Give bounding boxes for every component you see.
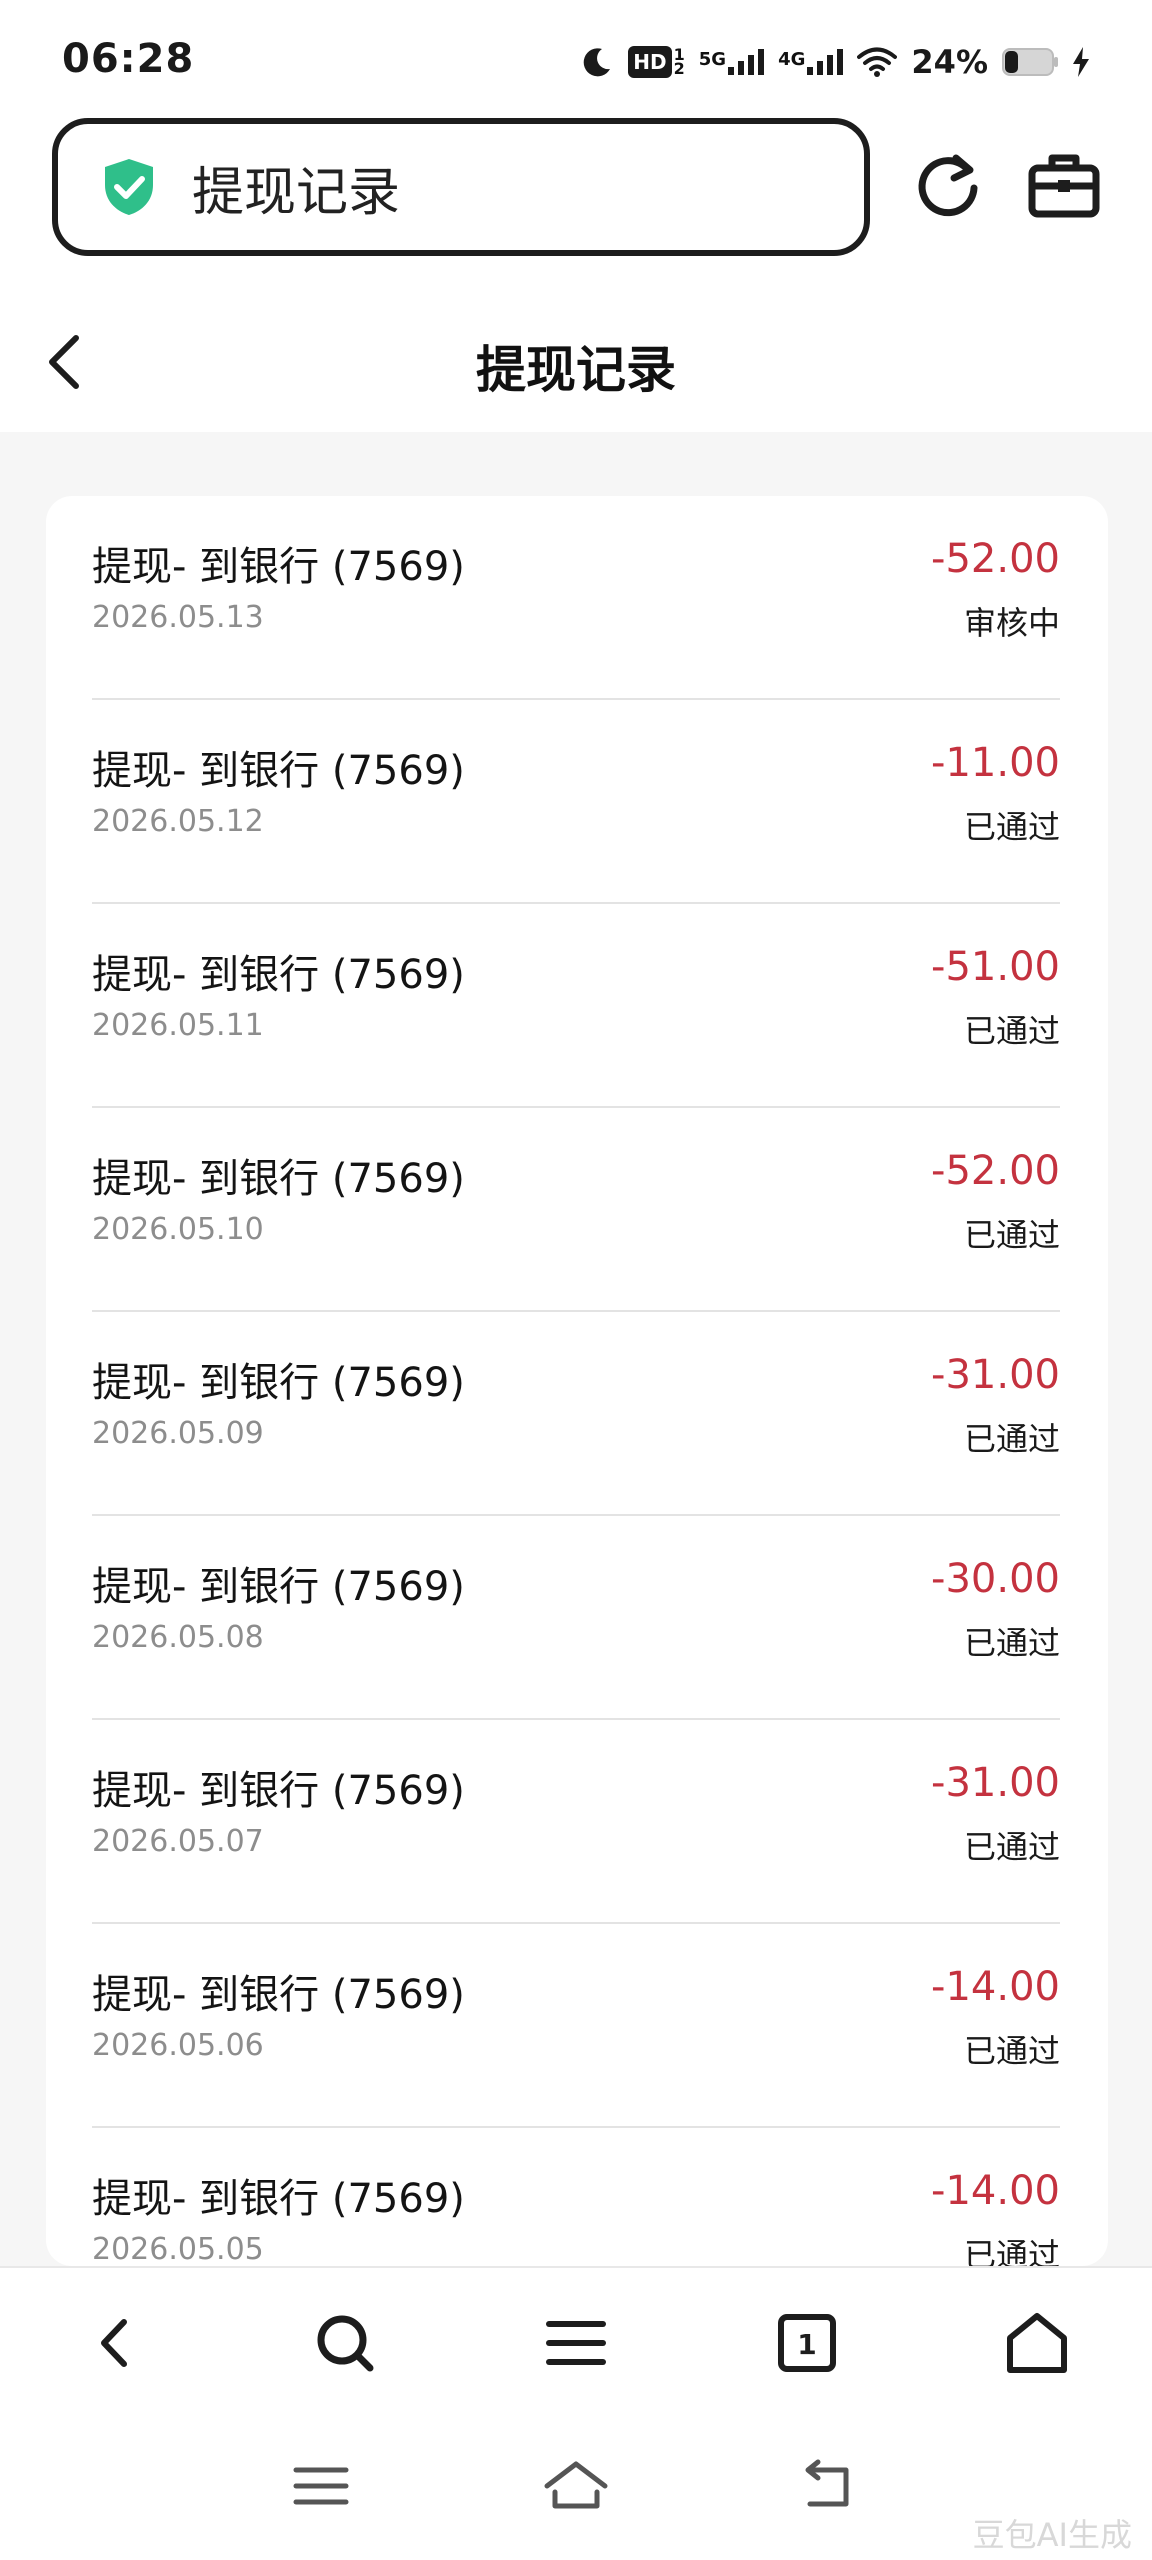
record-status: 已通过 — [963, 1420, 1060, 1458]
record-item[interactable]: 提现- 到银行 (7569) 2026.05.08 -30.00 已通过 — [92, 1516, 1060, 1720]
record-amount: -52.00 — [931, 536, 1060, 582]
charging-icon — [1072, 47, 1090, 77]
record-title: 提现- 到银行 (7569) — [92, 2176, 465, 2222]
record-status: 已通过 — [963, 1624, 1060, 1662]
page-header: 提现记录 — [0, 292, 1152, 432]
browser-toolbar: 1 — [0, 2266, 1152, 2426]
record-title: 提现- 到银行 (7569) — [92, 544, 465, 590]
record-item[interactable]: 提现- 到银行 (7569) 2026.05.06 -14.00 已通过 — [92, 1924, 1060, 2128]
record-item[interactable]: 提现- 到银行 (7569) 2026.05.10 -52.00 已通过 — [92, 1108, 1060, 1312]
record-item[interactable]: 提现- 到银行 (7569) 2026.05.05 -14.00 已通过 — [92, 2128, 1060, 2266]
refresh-icon[interactable] — [910, 148, 986, 224]
record-item[interactable]: 提现- 到银行 (7569) 2026.05.07 -31.00 已通过 — [92, 1720, 1060, 1924]
record-title: 提现- 到银行 (7569) — [92, 1564, 465, 1610]
record-title: 提现- 到银行 (7569) — [92, 1972, 465, 2018]
battery-percent: 24% — [911, 43, 988, 81]
record-status: 审核中 — [963, 604, 1060, 642]
record-title: 提现- 到银行 (7569) — [92, 1768, 465, 1814]
record-date: 2026.05.12 — [92, 804, 264, 839]
battery-icon — [1002, 48, 1058, 76]
record-date: 2026.05.05 — [92, 2232, 264, 2266]
record-status: 已通过 — [963, 1828, 1060, 1866]
record-amount: -30.00 — [931, 1556, 1060, 1602]
signal-4g-icon: 4G — [778, 49, 844, 75]
back-icon[interactable] — [796, 2456, 866, 2516]
signal-5g-icon: 5G — [699, 49, 765, 75]
search-icon[interactable] — [310, 2308, 380, 2378]
record-date: 2026.05.07 — [92, 1824, 264, 1859]
record-item[interactable]: 提现- 到银行 (7569) 2026.05.13 -52.00 审核中 — [92, 496, 1060, 700]
status-time: 06:28 — [62, 36, 195, 82]
wifi-icon — [857, 46, 898, 78]
home-icon[interactable] — [1002, 2308, 1072, 2378]
record-date: 2026.05.10 — [92, 1212, 264, 1247]
records-card: 提现- 到银行 (7569) 2026.05.13 -52.00 审核中 提现-… — [46, 496, 1108, 2266]
record-status: 已通过 — [963, 2236, 1060, 2266]
moon-icon — [580, 45, 614, 79]
record-item[interactable]: 提现- 到银行 (7569) 2026.05.12 -11.00 已通过 — [92, 700, 1060, 904]
page-title: 提现记录 — [476, 341, 676, 399]
hd-icon: HD 12 — [628, 46, 685, 78]
browser-bar: 提现记录 — [0, 116, 1152, 292]
toolbox-icon[interactable] — [1026, 148, 1102, 224]
record-title: 提现- 到银行 (7569) — [92, 1156, 465, 1202]
system-navigation: 豆包AI生成 — [0, 2426, 1152, 2560]
record-item[interactable]: 提现- 到银行 (7569) 2026.05.09 -31.00 已通过 — [92, 1312, 1060, 1516]
record-amount: -52.00 — [931, 1148, 1060, 1194]
record-date: 2026.05.06 — [92, 2028, 264, 2063]
tabs-icon[interactable]: 1 — [772, 2308, 842, 2378]
record-status: 已通过 — [963, 2032, 1060, 2070]
record-amount: -11.00 — [931, 740, 1060, 786]
record-status: 已通过 — [963, 1216, 1060, 1254]
record-date: 2026.05.13 — [92, 600, 264, 635]
record-date: 2026.05.08 — [92, 1620, 264, 1655]
record-title: 提现- 到银行 (7569) — [92, 1360, 465, 1406]
record-amount: -14.00 — [931, 2168, 1060, 2214]
menu-icon[interactable] — [541, 2308, 611, 2378]
record-date: 2026.05.09 — [92, 1416, 264, 1451]
record-status: 已通过 — [963, 1012, 1060, 1050]
recents-icon[interactable] — [286, 2456, 356, 2516]
address-bar-text: 提现记录 — [192, 162, 401, 223]
record-amount: -51.00 — [931, 944, 1060, 990]
record-status: 已通过 — [963, 808, 1060, 846]
shield-check-icon — [102, 157, 156, 217]
record-amount: -14.00 — [931, 1964, 1060, 2010]
status-icons: HD 12 5G 4G 24% — [580, 40, 1090, 84]
watermark: 豆包AI生成 — [972, 2516, 1132, 2554]
record-amount: -31.00 — [931, 1352, 1060, 1398]
record-item[interactable]: 提现- 到银行 (7569) 2026.05.11 -51.00 已通过 — [92, 904, 1060, 1108]
tab-count: 1 — [797, 2328, 816, 2361]
record-amount: -31.00 — [931, 1760, 1060, 1806]
address-bar[interactable]: 提现记录 — [52, 118, 870, 256]
home-icon[interactable] — [541, 2456, 611, 2516]
record-title: 提现- 到银行 (7569) — [92, 748, 465, 794]
status-bar: 06:28 HD 12 5G 4G 24% — [0, 0, 1152, 116]
record-date: 2026.05.11 — [92, 1008, 264, 1043]
record-title: 提现- 到银行 (7569) — [92, 952, 465, 998]
back-icon[interactable] — [80, 2308, 150, 2378]
